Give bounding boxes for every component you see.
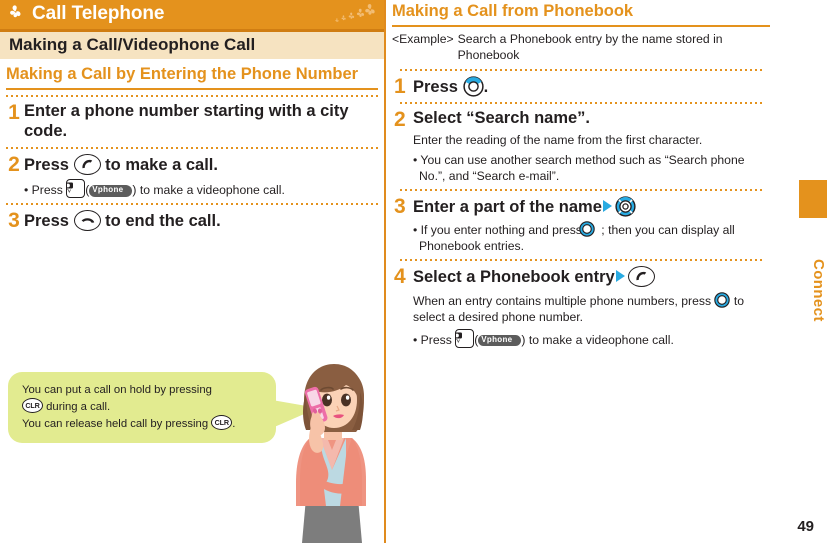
step-separator: [6, 202, 378, 205]
step-number: 2: [394, 108, 406, 132]
tip-callout-body: You can put a call on hold by pressing C…: [8, 372, 318, 444]
callout-line-2: CLR during a call.: [22, 398, 264, 415]
svg-text:TV: TV: [455, 338, 460, 343]
step-bullet-note: • If you enter nothing and press ; then …: [413, 220, 770, 254]
step-title: Enter a phone number starting with a cit…: [24, 102, 349, 141]
camera-tv-key-icon: TV: [455, 328, 475, 348]
step-title: Press to end the call.: [24, 209, 376, 232]
bullet-suffix: ) to make a videophone call.: [521, 332, 674, 347]
step-number: 4: [394, 265, 406, 289]
nav-up-key-icon: [462, 75, 484, 97]
callout-line-1: You can put a call on hold by pressing: [22, 382, 264, 398]
step-number: 3: [8, 208, 20, 232]
note-prefix: When an entry contains multiple phone nu…: [413, 293, 712, 308]
clr-key-label: CLR: [214, 417, 229, 427]
right-step-3: 3 Enter a part of the name • If you ente…: [392, 196, 770, 254]
step-1: 1 Enter a phone number starting with a c…: [0, 102, 384, 142]
vphone-softkey-label: Vphone: [89, 184, 133, 197]
clr-key-label: CLR: [25, 400, 40, 410]
step-title-suffix: .: [483, 77, 489, 96]
example-label: <Example>: [392, 31, 454, 46]
step-bullet-note: • Press TV (Vphone) to make a videophone…: [24, 178, 376, 198]
step-separator: [6, 95, 378, 98]
callout-text-3-end: .: [232, 418, 236, 431]
section-header-bar: Making a Call/Videophone Call: [0, 32, 384, 59]
right-heading-rule: [392, 24, 770, 27]
step-title-prefix: Press: [24, 156, 69, 175]
step-bullet-note: • You can use another search method such…: [413, 152, 745, 184]
call-key-icon: [73, 154, 101, 176]
chapter-header-bar: Call Telephone: [0, 0, 384, 29]
column-divider: [384, 0, 386, 543]
step-title: Press .: [413, 75, 770, 98]
nav-key-icon: [714, 291, 731, 308]
step-number: 1: [8, 101, 20, 125]
arrow-right-icon: [602, 200, 612, 213]
vphone-softkey-label: Vphone: [478, 334, 522, 347]
step-title: Select a Phonebook entry: [413, 266, 770, 288]
step-title-text: Enter a part of the name: [413, 198, 602, 217]
side-tab-marker: [799, 180, 827, 218]
example-text: Search a Phonebook entry by the name sto…: [457, 31, 723, 62]
manual-page: Call Telephone Making a Call/Videophone …: [0, 0, 827, 543]
step-separator: [400, 189, 762, 192]
step-note: When an entry contains multiple phone nu…: [413, 291, 770, 326]
bullet-prefix: • If you enter nothing and press: [413, 222, 582, 237]
subsection-rule: [6, 88, 378, 91]
clover-trail-icon: [330, 1, 380, 29]
step-title-prefix: Press: [24, 211, 69, 230]
subsection-heading: Making a Call by Entering the Phone Numb…: [6, 65, 359, 83]
clr-key-icon: CLR: [22, 398, 43, 414]
step-number: 2: [8, 153, 20, 177]
callout-text-3: You can release held call by pressing: [22, 418, 209, 431]
bullet-prefix: • Press: [24, 182, 63, 197]
arrow-right-icon: [615, 270, 625, 283]
step-separator: [400, 68, 762, 71]
left-column: Call Telephone Making a Call/Videophone …: [0, 0, 384, 543]
step-separator: [400, 259, 762, 262]
step-title-text: Select a Phonebook entry: [413, 268, 615, 287]
clover-icon: [6, 2, 26, 27]
callout-text-1: You can put a call on hold by pressing: [22, 384, 212, 396]
step-title-suffix: to end the call.: [105, 211, 221, 230]
step-title-prefix: Press: [413, 77, 458, 96]
right-step-4: 4 Select a Phonebook entry When an entry…: [392, 266, 770, 348]
step-note: Enter the reading of the name from the f…: [413, 133, 703, 148]
tip-callout: You can put a call on hold by pressing C…: [8, 372, 318, 444]
section-title: Making a Call/Videophone Call: [9, 35, 256, 54]
step-number: 1: [394, 74, 406, 98]
callout-text-2: during a call.: [46, 401, 111, 414]
nav-key-icon: [579, 220, 602, 237]
svg-text:TV: TV: [66, 188, 71, 193]
right-step-2: 2 Select “Search name”. Enter the readin…: [392, 109, 770, 184]
step-3: 3 Press to end the call.: [0, 210, 384, 232]
bullet-suffix: ) to make a videophone call.: [132, 182, 285, 197]
step-title: Select “Search name”.: [413, 109, 591, 128]
end-call-key-icon: [73, 209, 101, 231]
call-key-icon: [627, 266, 655, 288]
right-step-1: 1 Press .: [392, 74, 770, 98]
right-column: Making a Call from Phonebook <Example> S…: [392, 0, 770, 543]
woman-on-phone-illustration: [276, 358, 384, 543]
bullet-prefix: • Press: [413, 332, 452, 347]
step-separator: [400, 102, 762, 105]
page-number: 49: [797, 518, 814, 535]
chapter-title: Call Telephone: [32, 3, 165, 24]
step-title: Press to make a call.: [24, 154, 376, 176]
example-row: <Example> Search a Phonebook entry by th…: [392, 32, 770, 64]
right-heading: Making a Call from Phonebook: [392, 2, 634, 20]
step-bullet-note: • Press TV (Vphone) to make a videophone…: [413, 328, 770, 348]
step-2: 2 Press to make a call. • Press V (Vpho…: [0, 154, 384, 198]
step-title-suffix: to make a call.: [105, 156, 218, 175]
step-separator: [6, 147, 378, 150]
side-tab-label: Connect: [810, 258, 827, 322]
step-title: Enter a part of the name: [413, 196, 770, 218]
callout-line-3: You can release held call by pressing CL…: [22, 415, 264, 432]
clr-key-icon: CLR: [211, 415, 233, 431]
step-number: 3: [394, 195, 406, 219]
camera-tv-key-icon: TV: [66, 178, 86, 198]
nav-all-key-icon: [614, 196, 636, 218]
